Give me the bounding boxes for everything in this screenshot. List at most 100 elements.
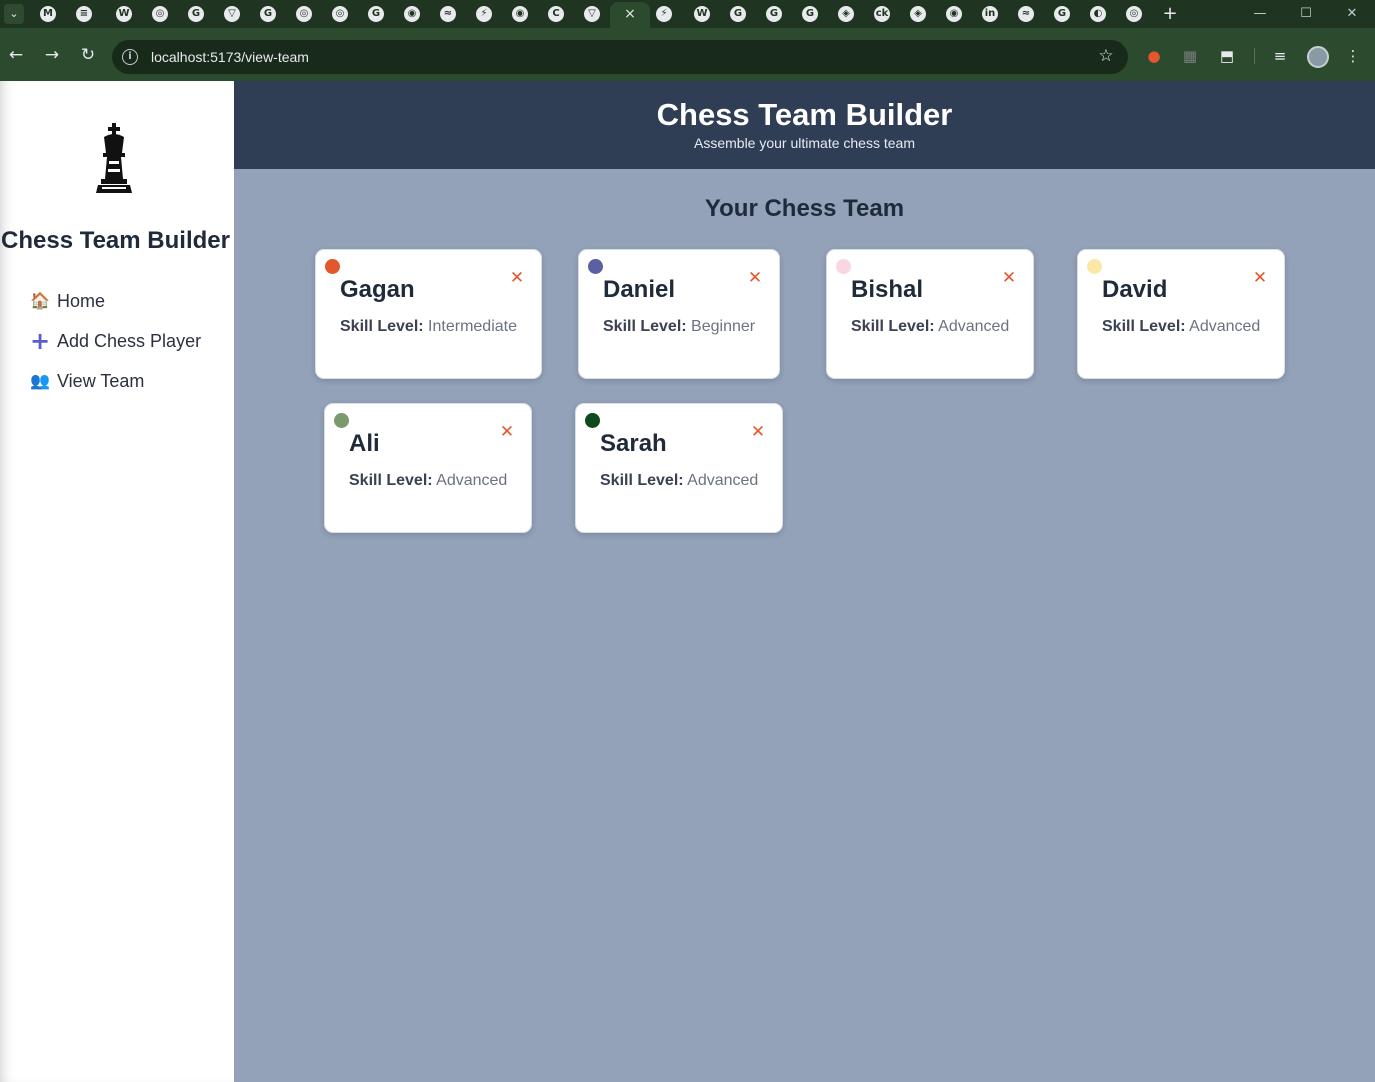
toolbar-divider xyxy=(1254,48,1255,64)
tab-favicon-icon[interactable]: ◎ xyxy=(296,6,312,22)
maximize-icon[interactable]: ☐ xyxy=(1294,4,1318,24)
extensions-puzzle-icon[interactable]: ⬒ xyxy=(1217,46,1237,66)
site-info-icon[interactable]: i xyxy=(122,49,138,65)
player-name: Daniel xyxy=(603,276,676,303)
sidebar-item-home[interactable]: 🏠 Home xyxy=(30,281,201,321)
close-window-icon[interactable]: ✕ xyxy=(1340,4,1364,24)
sidebar: Chess Team Builder 🏠 Home + Add Chess Pl… xyxy=(0,81,234,1082)
tab-favicon-icon[interactable]: G xyxy=(730,6,746,22)
tab-favicon-icon[interactable]: ◎ xyxy=(332,6,348,22)
player-color-dot xyxy=(1087,259,1102,274)
tab-close-icon[interactable]: × xyxy=(622,6,638,22)
address-bar[interactable]: i localhost:5173/view-team ☆ xyxy=(112,40,1128,74)
page-subtitle: Assemble your ultimate chess team xyxy=(694,135,915,151)
tab-favicon-icon[interactable]: ◉ xyxy=(946,6,962,22)
tab-search-dropdown-icon[interactable]: ⌄ xyxy=(4,4,24,24)
sidebar-item-label: View Team xyxy=(57,371,145,391)
page-header: Chess Team Builder Assemble your ultimat… xyxy=(234,81,1375,169)
tab-favicon-icon[interactable]: ▽ xyxy=(584,6,600,22)
reload-icon[interactable]: ↻ xyxy=(77,44,99,66)
tab-favicon-icon[interactable]: ◐ xyxy=(1090,6,1106,22)
tab-favicon-icon[interactable]: ◈ xyxy=(910,6,926,22)
player-color-dot xyxy=(585,413,600,428)
remove-player-icon[interactable]: ✕ xyxy=(747,270,763,287)
player-skill: Skill Level: Intermediate xyxy=(340,318,517,335)
tab-favicon-icon[interactable]: ▽ xyxy=(224,6,240,22)
remove-player-icon[interactable]: ✕ xyxy=(1252,270,1268,287)
tab-favicon-icon[interactable]: C xyxy=(548,6,564,22)
player-color-dot xyxy=(588,259,603,274)
team-section-title: Your Chess Team xyxy=(704,195,905,222)
player-name: Gagan xyxy=(340,276,415,303)
back-icon[interactable]: ← xyxy=(5,44,27,66)
tab-favicon-icon[interactable]: G xyxy=(802,6,818,22)
player-name: Ali xyxy=(349,430,380,457)
tab-favicon-icon[interactable]: G xyxy=(368,6,384,22)
bookmark-star-icon[interactable]: ☆ xyxy=(1096,46,1116,66)
tab-favicon-icon[interactable]: G xyxy=(766,6,782,22)
tab-favicon-icon[interactable]: G xyxy=(260,6,276,22)
tab-favicon-icon[interactable]: ◎ xyxy=(152,6,168,22)
tab-favicon-icon[interactable]: W xyxy=(694,6,710,22)
player-card: ✕ Gagan Skill Level: Intermediate xyxy=(315,249,542,379)
tab-strip: ⌄ M ≡ W ◎ G ▽ G ◎ ◎ G ◉ ≈ ⚡ ◉ C ▽ ⚡ W G G G ◈ ck ◈ ◉ in ≈ G ◐ ◎ × + —… xyxy=(0,0,1375,28)
tab-favicon-icon[interactable]: ≈ xyxy=(1018,6,1034,22)
extension-icon[interactable]: ● xyxy=(1144,46,1164,66)
tab-favicon-icon[interactable]: ⚡ xyxy=(476,6,492,22)
player-name: Sarah xyxy=(600,430,667,457)
player-card: ✕ Bishal Skill Level: Advanced xyxy=(826,249,1034,379)
player-skill: Skill Level: Beginner xyxy=(603,318,756,335)
tab-favicon-icon[interactable]: G xyxy=(188,6,204,22)
page-title: Chess Team Builder xyxy=(656,97,953,132)
remove-player-icon[interactable]: ✕ xyxy=(499,424,515,441)
player-skill: Skill Level: Advanced xyxy=(349,472,508,489)
sidebar-item-add-player[interactable]: + Add Chess Player xyxy=(30,321,201,361)
tab-favicon-icon[interactable]: ≡ xyxy=(76,6,92,22)
tab-favicon-icon[interactable]: M xyxy=(40,6,56,22)
sidebar-item-view-team[interactable]: 👥 View Team xyxy=(30,361,201,401)
sidebar-item-label: Home xyxy=(57,291,106,311)
tab-favicon-icon[interactable]: ck xyxy=(874,6,890,22)
more-menu-icon[interactable]: ⋮ xyxy=(1343,46,1363,66)
extension-icon[interactable]: ▦ xyxy=(1180,46,1200,66)
tab-favicon-icon[interactable]: in xyxy=(982,6,998,22)
player-name: David xyxy=(1102,276,1168,303)
player-color-dot xyxy=(325,259,340,274)
chess-king-icon xyxy=(96,123,132,193)
remove-player-icon[interactable]: ✕ xyxy=(750,424,766,441)
sidebar-nav: 🏠 Home + Add Chess Player 👥 View Team xyxy=(30,281,201,401)
browser-toolbar: ← → ↻ i localhost:5173/view-team ☆ ● ▦ ⬒… xyxy=(0,28,1375,81)
minimize-icon[interactable]: — xyxy=(1248,4,1272,24)
tab-favicon-icon[interactable]: W xyxy=(116,6,132,22)
forward-icon[interactable]: → xyxy=(41,44,63,66)
tab-favicon-icon[interactable]: ⚡ xyxy=(656,6,672,22)
sidebar-item-label: Add Chess Player xyxy=(57,331,202,351)
plus-icon: + xyxy=(30,327,51,355)
sidebar-title: Chess Team Builder xyxy=(1,227,230,254)
tab-favicon-icon[interactable]: G xyxy=(1054,6,1070,22)
tab-favicon-icon[interactable]: ≈ xyxy=(440,6,456,22)
url-text[interactable]: localhost:5173/view-team xyxy=(151,49,309,65)
player-color-dot xyxy=(836,259,851,274)
media-controls-icon[interactable]: ≡ xyxy=(1270,46,1290,66)
tab-favicon-icon[interactable]: ◉ xyxy=(512,6,528,22)
player-card: ✕ Ali Skill Level: Advanced xyxy=(324,403,532,533)
player-skill: Skill Level: Advanced xyxy=(851,318,1010,335)
new-tab-button[interactable]: + xyxy=(1160,4,1180,24)
tab-favicon-icon[interactable]: ◉ xyxy=(404,6,420,22)
player-name: Bishal xyxy=(851,276,924,303)
home-icon: 🏠 xyxy=(30,291,50,310)
player-color-dot xyxy=(334,413,349,428)
player-skill: Skill Level: Advanced xyxy=(600,472,759,489)
player-skill: Skill Level: Advanced xyxy=(1102,318,1261,335)
tab-favicon-icon[interactable]: ◎ xyxy=(1126,6,1142,22)
player-card: ✕ Sarah Skill Level: Advanced xyxy=(575,403,783,533)
remove-player-icon[interactable]: ✕ xyxy=(509,270,525,287)
tab-favicon-icon[interactable]: ◈ xyxy=(838,6,854,22)
player-card: ✕ Daniel Skill Level: Beginner xyxy=(578,249,780,379)
profile-avatar[interactable] xyxy=(1307,46,1329,68)
main-content: Chess Team Builder Assemble your ultimat… xyxy=(234,81,1375,1082)
remove-player-icon[interactable]: ✕ xyxy=(1001,270,1017,287)
active-tab[interactable]: × xyxy=(610,2,650,28)
app-root: Chess Team Builder 🏠 Home + Add Chess Pl… xyxy=(0,81,1375,1082)
